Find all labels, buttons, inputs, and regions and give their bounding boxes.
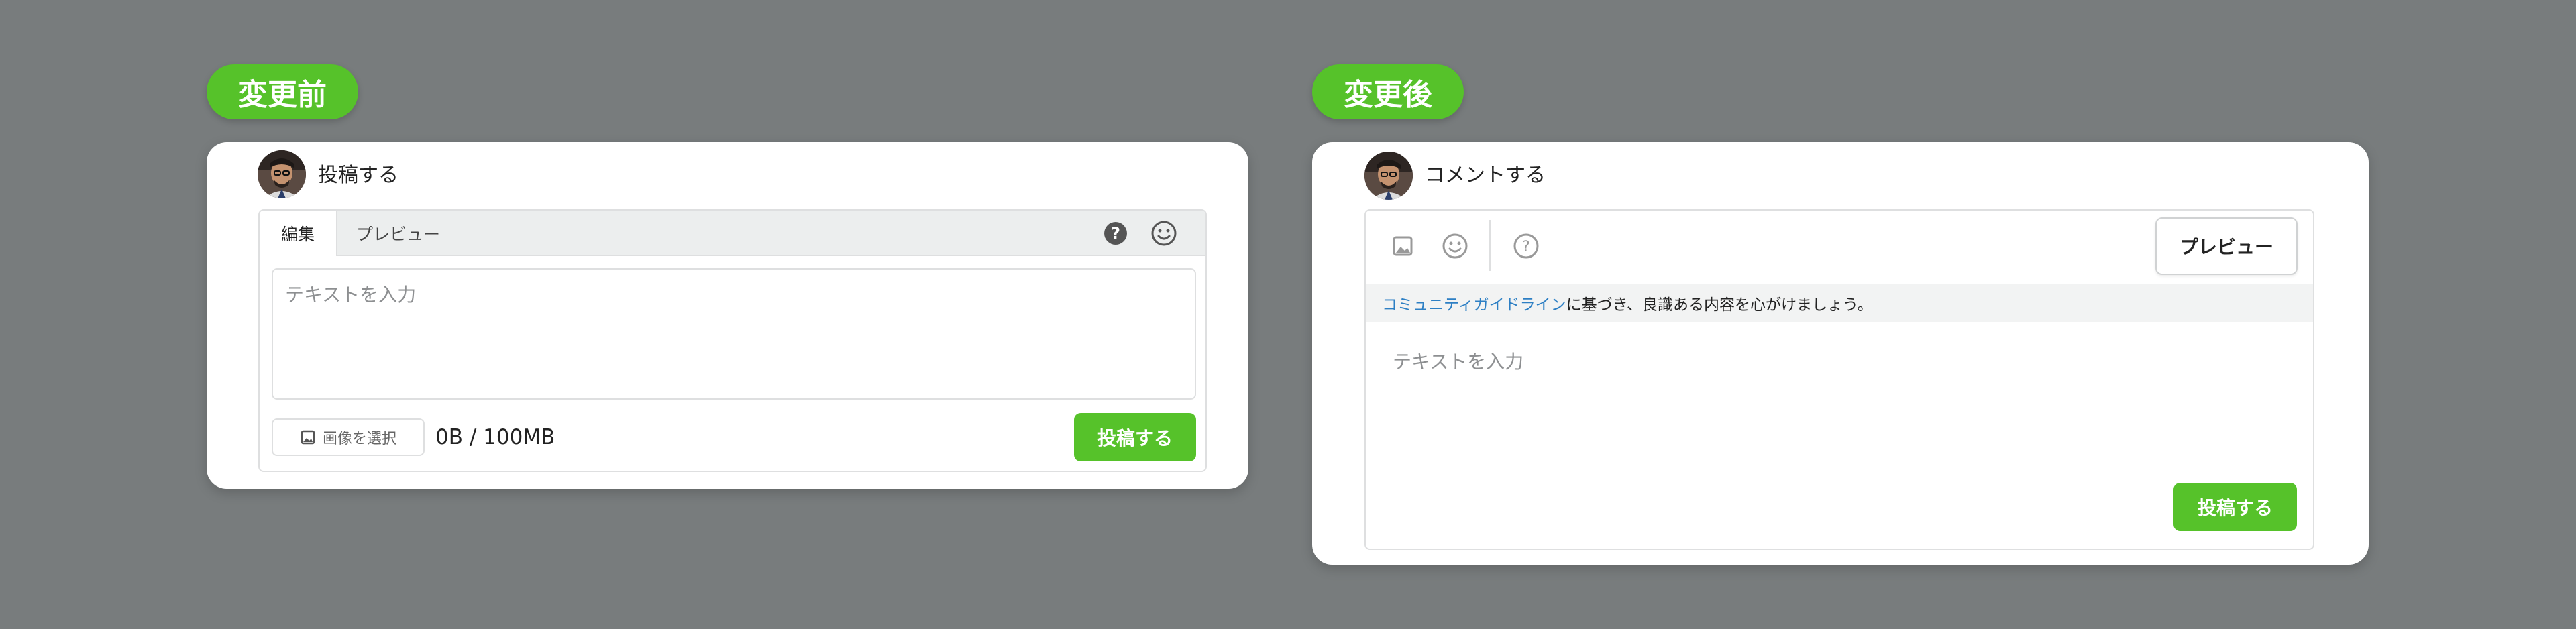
avatar (258, 150, 306, 198)
tab-preview[interactable]: プレビュー (356, 211, 440, 256)
avatar (1364, 152, 1413, 200)
tab-edit[interactable]: 編集 (260, 211, 337, 256)
file-size-indicator: 0B / 100MB (435, 425, 555, 449)
submit-button[interactable]: 投稿する (2174, 483, 2297, 531)
guideline-notice: コミュニティガイドライン に基づき、良識ある内容を心がけましょう。 (1366, 284, 2313, 322)
tab-bar: 編集 プレビュー ? (260, 211, 1205, 256)
text-placeholder: テキストを入力 (1393, 351, 1524, 373)
submit-button[interactable]: 投稿する (1074, 413, 1196, 461)
post-title: 投稿する (318, 164, 398, 187)
toolbar-divider (1489, 220, 1491, 271)
emoji-icon[interactable] (1150, 220, 1177, 247)
editor-frame: 編集 プレビュー ? テキストを入力 画像を選択 0B / 100MB 投稿する (258, 209, 1207, 472)
text-input[interactable]: テキストを入力 (1366, 322, 2313, 476)
text-input[interactable]: テキストを入力 (272, 268, 1196, 400)
after-card: コメントする ? プレビュー コミュニティガイドライン に基づき、良識ある内容を… (1312, 142, 2369, 565)
editor-frame: ? プレビュー コミュニティガイドライン に基づき、良識ある内容を心がけましょう… (1364, 209, 2314, 550)
guideline-link[interactable]: コミュニティガイドライン (1382, 292, 1566, 314)
guideline-text: に基づき、良識ある内容を心がけましょう。 (1566, 296, 1873, 314)
image-icon (300, 429, 316, 445)
preview-button[interactable]: プレビュー (2155, 217, 2298, 275)
select-image-button[interactable]: 画像を選択 (272, 418, 425, 456)
help-icon[interactable]: ? (1104, 221, 1128, 245)
svg-text:?: ? (1111, 224, 1120, 243)
select-image-label: 画像を選択 (322, 431, 396, 447)
before-card: 投稿する 編集 プレビュー ? テキストを入力 画像を選択 0B / 100MB… (207, 142, 1248, 489)
help-icon[interactable]: ? (1512, 232, 1540, 260)
after-label: 変更後 (1312, 64, 1464, 119)
comment-title: コメントする (1425, 164, 1546, 187)
text-placeholder: テキストを入力 (285, 284, 417, 306)
before-label: 変更前 (207, 64, 358, 119)
emoji-icon[interactable] (1441, 232, 1469, 260)
svg-text:?: ? (1522, 239, 1530, 255)
image-icon[interactable] (1390, 233, 1415, 259)
